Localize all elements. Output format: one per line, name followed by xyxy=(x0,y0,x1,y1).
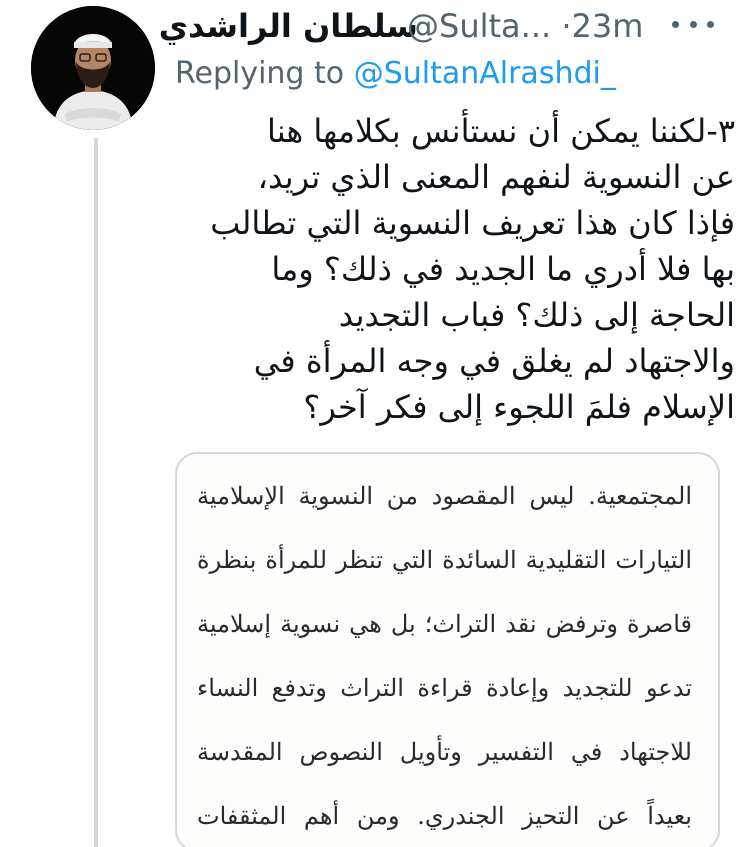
author-handle[interactable]: @Sulta... xyxy=(407,7,551,45)
dot xyxy=(707,20,714,28)
author-meta: @Sulta... ·23m xyxy=(407,4,643,48)
attached-image[interactable]: المجتمعية. ليس المقصود من النسوية الإسلا… xyxy=(175,452,720,847)
image-text-line: التيارات التقليدية السائدة التي تنظر للم… xyxy=(197,546,692,574)
dot xyxy=(689,20,697,28)
image-text-line: قاصرة وترفض نقد التراث؛ بل هي نسوية إسلا… xyxy=(197,610,692,638)
tweet-time[interactable]: 23m xyxy=(572,7,644,45)
dot xyxy=(672,20,679,28)
avatar-photo xyxy=(31,6,155,130)
author-name[interactable]: سلطان الراشدي xyxy=(159,4,418,48)
image-text-line: للاجتهاد في التفسير وتأويل النصوص المقدس… xyxy=(197,738,692,766)
tweet-text-line: الإسلام فلمَ اللجوء إلى فكر آخر؟ xyxy=(303,388,735,426)
tweet-text: ٣-لكننا يمكن أن نستأنس بكلامها هنا عن ال… xyxy=(175,108,735,430)
image-text-line: بعيداً عن التحيز الجندري. ومن أهم المثقف… xyxy=(197,802,692,830)
tweet-text-line: بها فلا أدري ما الجديد في ذلك؟ وما xyxy=(271,250,735,288)
reply-context: Replying to @SultanAlrashdi_ xyxy=(175,52,616,96)
thread-line xyxy=(94,138,98,847)
tweet-text-line: الحاجة إلى ذلك؟ فباب التجديد xyxy=(338,296,735,334)
tweet-text-line: والاجتهاد لم يغلق في وجه المرأة في xyxy=(253,342,735,380)
reply-prefix: Replying to xyxy=(175,56,345,91)
tweet-text-line: عن النسوية لنفهم المعنى الذي تريد، xyxy=(257,158,735,196)
tweet-text-line: فإذا كان هذا تعريف النسوية التي تطالب xyxy=(210,204,735,242)
tweet: سلطان الراشدي @Sulta... ·23m Replying to… xyxy=(0,0,750,847)
tweet-header: سلطان الراشدي @Sulta... ·23m xyxy=(159,4,740,48)
image-text-line: المجتمعية. ليس المقصود من النسوية الإسلا… xyxy=(197,482,692,510)
avatar[interactable] xyxy=(31,6,155,130)
image-text-line: تدعو للتجديد وإعادة قراءة التراث وتدفع ا… xyxy=(197,674,692,702)
tweet-text-line: ٣-لكننا يمكن أن نستأنس بكلامها هنا xyxy=(266,112,735,150)
separator-dot: · xyxy=(561,7,572,45)
reply-mention-link[interactable]: @SultanAlrashdi_ xyxy=(354,56,616,91)
more-options-icon[interactable] xyxy=(672,16,714,32)
image-text: المجتمعية. ليس المقصود من النسوية الإسلا… xyxy=(197,464,692,847)
